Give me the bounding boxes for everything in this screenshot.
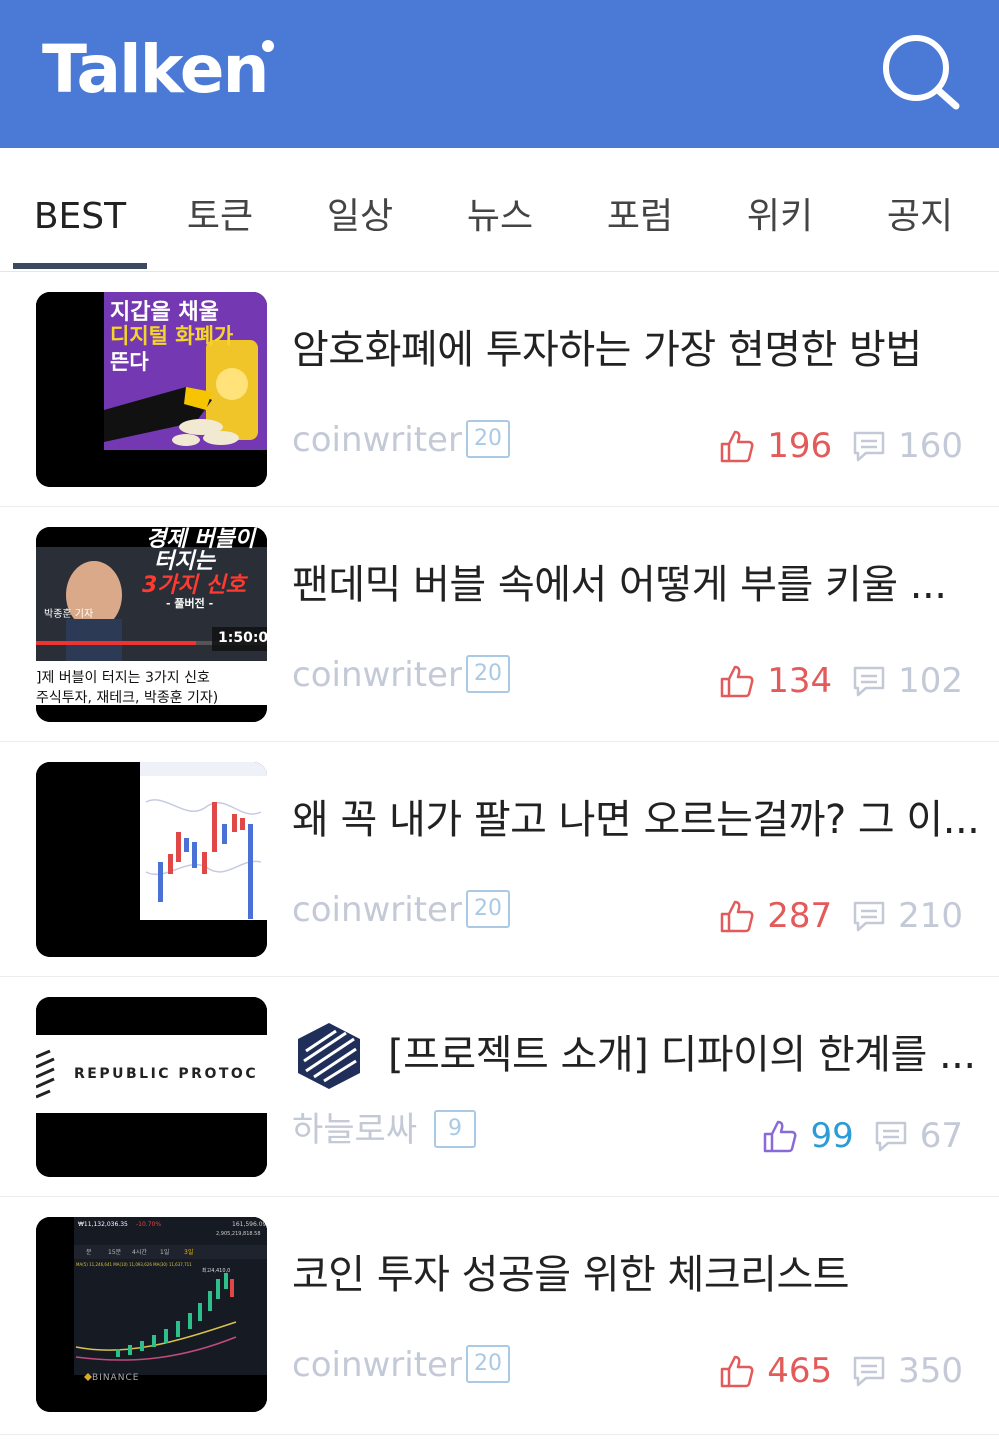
chart-period-4: 1일 <box>160 1249 170 1256</box>
comment-icon[interactable] <box>874 1119 908 1153</box>
author-level-badge: 20 <box>466 655 510 693</box>
tab-daily[interactable]: 일상 <box>300 192 420 242</box>
search-button[interactable] <box>880 30 964 114</box>
post-item[interactable]: ₩11,132,036.35 -10.70% 161,596.09 2,905,… <box>0 1197 999 1435</box>
chart-period-2: 15분 <box>108 1249 122 1256</box>
exchange-chart-image <box>36 1217 267 1412</box>
like-count: 287 <box>767 896 833 936</box>
post-stats: 99 67 <box>762 1114 963 1158</box>
comment-icon[interactable] <box>852 1354 886 1388</box>
post-title[interactable]: 암호화폐에 투자하는 가장 현명한 방법 <box>292 322 922 378</box>
comment-count: 67 <box>919 1116 963 1156</box>
post-thumbnail: 경제 버블이 터지는 3가지 신호 - 풀버전 - 박종훈 기자 1:50:0 … <box>36 527 267 722</box>
tab-wiki[interactable]: 위키 <box>720 192 840 242</box>
search-icon <box>883 35 960 110</box>
app-logo[interactable]: Talken <box>42 30 270 110</box>
exchange-volume: 161,596.09 <box>232 1221 267 1228</box>
project-brand-text: REPUBLIC PROTOC <box>74 1066 259 1082</box>
post-title[interactable]: 팬데믹 버블 속에서 어떻게 부를 키울 ... <box>292 557 947 613</box>
exchange-volume-krw: 2,905,219,818.58 <box>216 1231 261 1237</box>
post-author[interactable]: 하늘로싸 <box>292 1108 417 1152</box>
post-item[interactable]: 왜 꼭 내가 팔고 나면 오르는걸까? 그 이... coinwriter 20… <box>0 742 999 977</box>
exchange-brand: BINANCE <box>92 1373 140 1383</box>
video-caption-line2: 주식투자, 재테크, 박종훈 기자) <box>36 690 219 706</box>
post-item[interactable]: 지갑을 채울 디지털 화폐가 뜬다 암호화폐에 투자하는 가장 현명한 방법 c… <box>0 272 999 507</box>
video-caption-line1: ]제 버블이 터지는 3가지 신호 <box>36 670 210 686</box>
thumb-title-line3: 뜬다 <box>110 350 149 374</box>
post-thumbnail: ₩11,132,036.35 -10.70% 161,596.09 2,905,… <box>36 1217 267 1412</box>
post-title[interactable]: 코인 투자 성공을 위한 체크리스트 <box>292 1247 850 1303</box>
post-author[interactable]: coinwriter <box>292 888 462 932</box>
thumb-tag: - 풀버전 - <box>166 597 214 610</box>
post-title[interactable]: 왜 꼭 내가 팔고 나면 오르는걸까? 그 이... <box>292 792 980 848</box>
post-author[interactable]: coinwriter <box>292 653 462 697</box>
community-logo-icon <box>298 1023 360 1089</box>
post-stats: 196 160 <box>719 424 963 468</box>
post-stats: 134 102 <box>719 659 963 703</box>
candlestick-chart-image <box>36 762 267 957</box>
app-header: Talken <box>0 0 999 148</box>
post-stats: 287 210 <box>719 894 963 938</box>
author-level-badge: 20 <box>466 1345 510 1383</box>
comment-count: 210 <box>898 896 963 936</box>
video-duration: 1:50:0 <box>218 630 267 646</box>
active-tab-indicator <box>13 263 147 269</box>
thumbs-up-icon[interactable] <box>719 663 755 699</box>
comment-count: 160 <box>898 426 963 466</box>
comment-count: 350 <box>898 1351 963 1391</box>
tab-token[interactable]: 토큰 <box>160 192 280 242</box>
project-banner-image <box>36 997 267 1177</box>
post-author[interactable]: coinwriter <box>292 1343 462 1387</box>
thumbs-up-icon[interactable] <box>762 1118 798 1154</box>
post-thumbnail: 지갑을 채울 디지털 화폐가 뜬다 <box>36 292 267 487</box>
comment-icon[interactable] <box>852 899 886 933</box>
logo-dot <box>262 40 274 52</box>
author-level-badge: 9 <box>434 1110 476 1148</box>
exchange-change: -10.70% <box>136 1221 162 1228</box>
chart-high-label: 최고4,410,0 <box>202 1268 231 1274</box>
like-count: 99 <box>810 1116 854 1156</box>
thumbs-up-icon[interactable] <box>719 898 755 934</box>
exchange-price: ₩11,132,036.35 <box>78 1221 128 1228</box>
author-level-badge: 20 <box>466 890 510 928</box>
post-thumbnail: REPUBLIC PROTOC <box>36 997 267 1177</box>
tab-best[interactable]: BEST <box>13 192 147 242</box>
chart-period-5: 3일 <box>184 1249 194 1256</box>
comment-icon[interactable] <box>852 664 886 698</box>
thumbs-up-icon[interactable] <box>719 1353 755 1389</box>
post-thumbnail <box>36 762 267 957</box>
thumbs-up-icon[interactable] <box>719 428 755 464</box>
post-title[interactable]: [프로젝트 소개] 디파이의 한계를 ... <box>388 1027 976 1083</box>
tab-news[interactable]: 뉴스 <box>440 192 560 242</box>
like-count: 134 <box>767 661 833 701</box>
post-stats: 465 350 <box>719 1349 963 1393</box>
comment-icon[interactable] <box>852 429 886 463</box>
post-item[interactable]: REPUBLIC PROTOC [프로젝트 소개] 디파이의 한계를 ... 하… <box>0 977 999 1197</box>
chart-period-1: 분 <box>86 1249 92 1256</box>
like-count: 465 <box>767 1351 833 1391</box>
tab-notice[interactable]: 공지 <box>860 192 980 242</box>
post-item[interactable]: 경제 버블이 터지는 3가지 신호 - 풀버전 - 박종훈 기자 1:50:0 … <box>0 507 999 742</box>
author-level-badge: 20 <box>466 420 510 458</box>
tab-forum[interactable]: 포럼 <box>580 192 700 242</box>
chart-period-3: 4시간 <box>132 1249 147 1256</box>
category-tabs: BEST 토큰 일상 뉴스 포럼 위키 공지 <box>0 148 999 272</box>
post-author[interactable]: coinwriter <box>292 418 462 462</box>
chart-ma-legend: MA(5) 11,246,641 MA(10) 11,093,626 MA(30… <box>76 1262 192 1267</box>
like-count: 196 <box>767 426 833 466</box>
thumb-name: 박종훈 기자 <box>44 609 94 620</box>
comment-count: 102 <box>898 661 963 701</box>
